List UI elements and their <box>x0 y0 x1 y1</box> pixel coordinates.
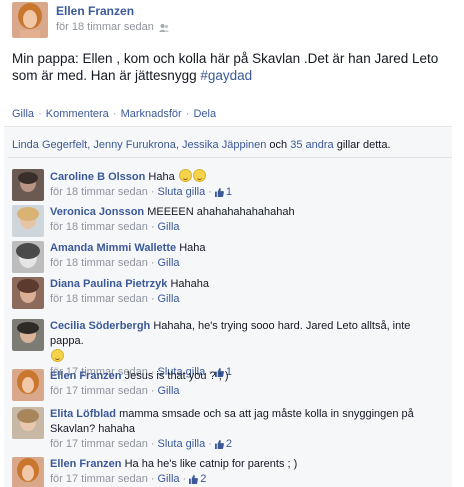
comment-author[interactable]: Caroline B Olsson <box>50 171 145 183</box>
author-avatar[interactable] <box>12 2 48 38</box>
commenter-avatar[interactable] <box>12 319 44 351</box>
comment-author[interactable]: Ellen Franzen <box>50 370 122 382</box>
hashtag-link[interactable]: #gaydad <box>200 68 252 83</box>
comment-time[interactable]: för 18 timmar sedan <box>50 220 148 235</box>
comment-item: Diana Paulina Pietrzyk Hahaha för 18 tim… <box>12 277 430 309</box>
comment-item: Elita Löfblad mamma smsade och sa att ja… <box>12 407 430 452</box>
thumbs-up-icon <box>214 440 224 449</box>
smile-emoji-icon <box>51 349 64 362</box>
laughing-emoji-icon <box>192 169 206 182</box>
comment-author[interactable]: Elita Löfblad <box>50 408 116 420</box>
like-link[interactable]: Gilla <box>158 220 180 235</box>
comment-time[interactable]: för 17 timmar sedan <box>50 437 148 452</box>
comment-time[interactable]: för 18 timmar sedan <box>50 185 148 200</box>
comment-text: Ha ha he's like catnip for parents ; ) <box>124 458 298 470</box>
like-action[interactable]: Gilla <box>12 108 34 120</box>
comment-time[interactable]: för 18 timmar sedan <box>50 292 148 307</box>
commenter-avatar[interactable] <box>12 169 44 201</box>
feedback-section: Linda Gegerfelt, Jenny Furukrona, Jessik… <box>4 126 452 487</box>
comment-author[interactable]: Diana Paulina Pietrzyk <box>50 278 167 290</box>
comment-author[interactable]: Ellen Franzen <box>50 458 122 470</box>
comment-text: MEEEEN ahahahahahahahah <box>147 206 295 218</box>
comment-like-count[interactable]: 2 <box>189 472 206 487</box>
like-link[interactable]: Gilla <box>158 256 180 271</box>
unlike-link[interactable]: Sluta gilla <box>158 185 206 200</box>
commenter-avatar[interactable] <box>12 241 44 273</box>
likers-names[interactable]: Linda Gegerfelt, Jenny Furukrona, Jessik… <box>12 139 266 151</box>
like-count-value: 1 <box>225 186 232 198</box>
unlike-link[interactable]: Sluta gilla <box>158 437 206 452</box>
commenter-avatar[interactable] <box>12 277 44 309</box>
like-link[interactable]: Gilla <box>158 472 180 487</box>
friends-privacy-icon[interactable] <box>158 22 169 32</box>
likers-others[interactable]: 35 andra <box>290 139 333 151</box>
comment-time[interactable]: för 17 timmar sedan <box>50 384 148 399</box>
likes-summary: Linda Gegerfelt, Jenny Furukrona, Jessik… <box>4 127 452 159</box>
likes-and: och <box>266 139 291 151</box>
comment-item: Ellen Franzen Jesus is that you ? ; ) fö… <box>12 369 430 401</box>
like-count-value: 2 <box>200 473 207 485</box>
comment-time[interactable]: för 17 timmar sedan <box>50 472 148 487</box>
comment-text: Hahaha <box>170 278 209 290</box>
comment-text: Haha <box>148 171 175 183</box>
commenter-avatar[interactable] <box>12 407 44 439</box>
comment-item: Ellen Franzen Ha ha he's like catnip for… <box>12 457 430 487</box>
promote-action[interactable]: Marknadsför <box>121 108 182 120</box>
comment-time[interactable]: för 18 timmar sedan <box>50 256 148 271</box>
share-action[interactable]: Dela <box>193 108 216 120</box>
comment-like-count[interactable]: 2 <box>214 437 232 452</box>
post-actions: Gilla · Kommentera · Marknadsför · Dela <box>12 108 217 120</box>
like-count-value: 2 <box>225 438 232 450</box>
comment-author[interactable]: Amanda Mimmi Wallette <box>50 242 176 254</box>
post-body: Min pappa: Ellen , kom och kolla här på … <box>12 50 452 84</box>
like-link[interactable]: Gilla <box>158 292 180 307</box>
like-link[interactable]: Gilla <box>158 384 180 399</box>
thumbs-up-icon <box>189 475 199 484</box>
comment-text: Haha <box>179 242 206 254</box>
post-header: Ellen Franzen för 18 timmar sedan <box>12 2 169 38</box>
commenter-avatar[interactable] <box>12 205 44 237</box>
comment-action[interactable]: Kommentera <box>46 108 109 120</box>
comment-like-count[interactable]: 1 <box>214 185 232 200</box>
likes-suffix: gillar detta. <box>333 139 391 151</box>
divider <box>8 157 452 158</box>
comment-author[interactable]: Veronica Jonsson <box>50 206 144 218</box>
commenter-avatar[interactable] <box>12 457 44 487</box>
post-author-link[interactable]: Ellen Franzen <box>56 3 169 19</box>
commenter-avatar[interactable] <box>12 369 44 401</box>
comment-item: Amanda Mimmi Wallette Haha för 18 timmar… <box>12 241 430 273</box>
comment-author[interactable]: Cecilia Söderbergh <box>50 320 150 332</box>
comment-item: Veronica Jonsson MEEEEN ahahahahahahahah… <box>12 205 430 237</box>
comment-item: Caroline B Olsson Haha för 18 timmar sed… <box>12 169 430 201</box>
post-timestamp: för 18 timmar sedan <box>56 19 169 35</box>
post-time-link[interactable]: för 18 timmar sedan <box>56 19 154 35</box>
laughing-emoji-icon <box>178 169 192 182</box>
thumbs-up-icon <box>214 188 224 197</box>
comment-text: Jesus is that you ? ; ) <box>124 370 229 382</box>
